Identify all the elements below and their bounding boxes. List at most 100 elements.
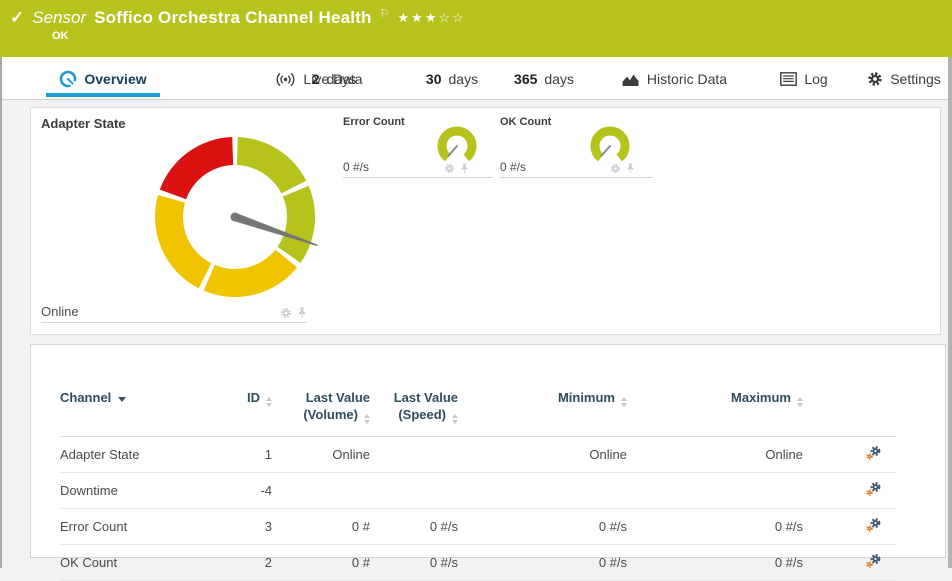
column-header-last-value-speed[interactable]: Last Value (Speed) bbox=[380, 375, 468, 437]
channel-settings-gears-icon[interactable] bbox=[865, 517, 882, 533]
tab-log[interactable]: Log bbox=[772, 57, 836, 97]
maximum-value: Online bbox=[637, 437, 813, 473]
channel-settings-gears-icon[interactable] bbox=[865, 553, 882, 569]
channel-settings-gears-icon[interactable] bbox=[865, 445, 882, 461]
tab-2-days-unit: days bbox=[327, 71, 357, 87]
gauge-cell-adapter-state: Adapter State Online bbox=[41, 116, 307, 323]
maximum-value bbox=[637, 473, 813, 509]
tab-365-days[interactable]: 365 days bbox=[506, 57, 582, 97]
pin-icon[interactable] bbox=[626, 163, 635, 174]
minimum-value: 0 #/s bbox=[468, 545, 637, 581]
tab-historic-data-label: Historic Data bbox=[647, 71, 727, 87]
maximum-value: 0 #/s bbox=[637, 509, 813, 545]
sort-arrows-icon bbox=[797, 397, 803, 407]
minimum-value: Online bbox=[468, 437, 637, 473]
gauge-cell-error-count: Error Count 0 #/s bbox=[343, 116, 493, 178]
gear-icon[interactable] bbox=[444, 163, 455, 174]
column-header-label: Channel bbox=[60, 390, 111, 405]
sensor-title: Soffico Orchestra Channel Health bbox=[94, 8, 372, 28]
gear-icon[interactable] bbox=[610, 163, 621, 174]
last-value-volume: 0 # bbox=[282, 509, 380, 545]
last-value-speed bbox=[380, 473, 468, 509]
sort-caret-icon bbox=[118, 397, 126, 402]
tab-30-days-number: 30 bbox=[426, 71, 442, 87]
gauge-value: Online bbox=[41, 304, 79, 319]
table-row: Downtime -4 bbox=[60, 473, 896, 509]
sort-arrows-icon bbox=[621, 397, 627, 407]
channel-name: Adapter State bbox=[60, 437, 220, 473]
column-header-label: ID bbox=[247, 390, 260, 405]
sort-arrows-icon bbox=[364, 414, 370, 424]
live-data-icon bbox=[275, 72, 296, 87]
gauge-value: 0 #/s bbox=[343, 160, 369, 174]
channel-settings-gears-icon[interactable] bbox=[865, 481, 882, 497]
column-header-label: Maximum bbox=[731, 390, 791, 405]
gauge-icon bbox=[59, 70, 77, 88]
channel-id: 1 bbox=[220, 437, 282, 473]
table-row: Error Count 3 0 # 0 #/s 0 #/s 0 #/s bbox=[60, 509, 896, 545]
star-rating[interactable]: ★★★☆☆ bbox=[398, 10, 466, 26]
maximum-value: 0 #/s bbox=[637, 545, 813, 581]
column-header-id[interactable]: ID bbox=[220, 375, 282, 437]
column-header-actions bbox=[813, 375, 896, 437]
channel-id: 3 bbox=[220, 509, 282, 545]
last-value-speed bbox=[380, 437, 468, 473]
tab-30-days-unit: days bbox=[449, 71, 479, 87]
channel-table: Channel ID Last Value (Volume) Last Valu… bbox=[60, 375, 896, 581]
tab-365-days-number: 365 bbox=[514, 71, 537, 87]
tab-log-label: Log bbox=[804, 71, 827, 87]
column-header-minimum[interactable]: Minimum bbox=[468, 375, 637, 437]
tab-30-days[interactable]: 30 days bbox=[418, 57, 486, 97]
tab-2-days-number: 2 bbox=[312, 71, 320, 87]
tab-365-days-unit: days bbox=[544, 71, 574, 87]
channel-id: -4 bbox=[220, 473, 282, 509]
gear-icon[interactable] bbox=[280, 307, 292, 319]
channel-table-panel: Channel ID Last Value (Volume) Last Valu… bbox=[30, 344, 946, 558]
last-value-speed: 0 #/s bbox=[380, 545, 468, 581]
sort-arrows-icon bbox=[266, 397, 272, 407]
last-value-volume: Online bbox=[282, 437, 380, 473]
flag-icon[interactable]: ⚐ bbox=[380, 7, 390, 20]
gauge-value: 0 #/s bbox=[500, 160, 526, 174]
column-header-label: Minimum bbox=[558, 390, 615, 405]
tab-settings-label: Settings bbox=[890, 71, 941, 87]
last-value-speed: 0 #/s bbox=[380, 509, 468, 545]
tab-historic-data[interactable]: Historic Data bbox=[613, 57, 735, 97]
window-right-edge bbox=[948, 57, 952, 568]
channel-name: OK Count bbox=[60, 545, 220, 581]
table-row: OK Count 2 0 # 0 #/s 0 #/s 0 #/s bbox=[60, 545, 896, 581]
gauge-cell-ok-count: OK Count 0 #/s bbox=[500, 116, 653, 178]
column-header-label: Last Value (Volume) bbox=[303, 390, 370, 422]
sort-arrows-icon bbox=[452, 414, 458, 424]
tab-settings[interactable]: Settings bbox=[860, 57, 948, 97]
log-list-icon bbox=[780, 72, 797, 86]
tab-overview-label: Overview bbox=[84, 71, 146, 87]
last-value-volume: 0 # bbox=[282, 545, 380, 581]
overview-gauges-panel: Adapter State Online Error Count 0 #/s bbox=[30, 107, 941, 335]
column-header-last-value-volume[interactable]: Last Value (Volume) bbox=[282, 375, 380, 437]
last-value-volume bbox=[282, 473, 380, 509]
channel-id: 2 bbox=[220, 545, 282, 581]
channel-name: Downtime bbox=[60, 473, 220, 509]
column-header-maximum[interactable]: Maximum bbox=[637, 375, 813, 437]
table-row: Adapter State 1 Online Online Online bbox=[60, 437, 896, 473]
minimum-value: 0 #/s bbox=[468, 509, 637, 545]
sensor-kind-label: Sensor bbox=[32, 8, 86, 28]
status-badge: OK bbox=[52, 30, 69, 42]
status-check-icon: ✓ bbox=[10, 8, 24, 28]
area-chart-icon bbox=[621, 72, 640, 87]
channel-name: Error Count bbox=[60, 509, 220, 545]
tab-bar: Overview Live Data 2 days 30 days 365 da… bbox=[0, 57, 952, 100]
sensor-header: ✓ Sensor Soffico Orchestra Channel Healt… bbox=[0, 0, 952, 57]
adapter-state-donut-gauge bbox=[145, 127, 325, 307]
minimum-value bbox=[468, 473, 637, 509]
window-left-edge bbox=[0, 57, 2, 568]
table-header-row: Channel ID Last Value (Volume) Last Valu… bbox=[60, 375, 896, 437]
column-header-channel[interactable]: Channel bbox=[60, 375, 220, 437]
tab-2-days[interactable]: 2 days bbox=[303, 57, 365, 97]
gear-icon bbox=[867, 71, 883, 87]
column-header-label: Last Value (Speed) bbox=[394, 390, 458, 422]
pin-icon[interactable] bbox=[460, 163, 469, 174]
tab-overview[interactable]: Overview bbox=[46, 57, 160, 97]
pin-icon[interactable] bbox=[297, 307, 307, 319]
